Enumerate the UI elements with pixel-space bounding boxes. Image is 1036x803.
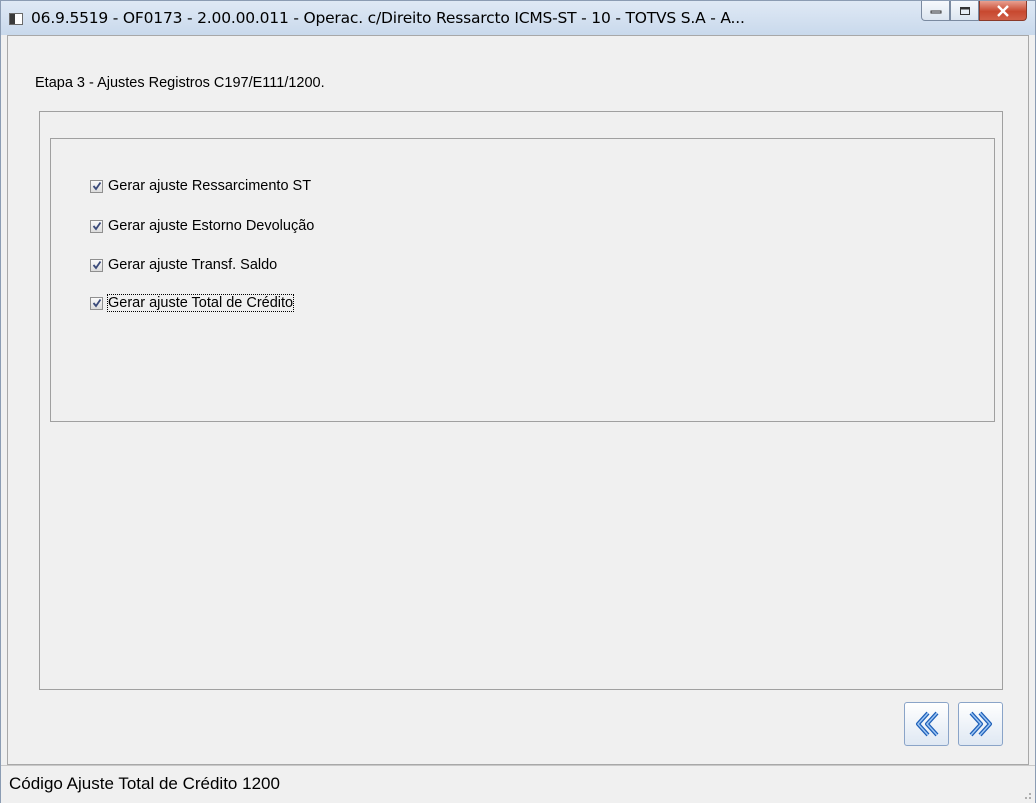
checkbox[interactable] — [90, 179, 103, 193]
next-button[interactable] — [958, 702, 1003, 746]
check-icon — [92, 298, 101, 308]
title-bar[interactable]: 06.9.5519 - OF0173 - 2.00.00.011 - Opera… — [1, 1, 1035, 35]
option-total-credito[interactable]: Gerar ajuste Total de Crédito — [90, 294, 295, 312]
window-title: 06.9.5519 - OF0173 - 2.00.00.011 - Opera… — [31, 9, 745, 27]
checkbox[interactable] — [90, 258, 103, 272]
check-icon — [92, 181, 101, 191]
check-icon — [92, 221, 101, 231]
option-label: Gerar ajuste Estorno Devolução — [108, 218, 315, 234]
back-button[interactable] — [904, 702, 949, 746]
option-estorno-devolucao[interactable]: Gerar ajuste Estorno Devolução — [90, 217, 314, 235]
wizard-window: 06.9.5519 - OF0173 - 2.00.00.011 - Opera… — [0, 0, 1036, 803]
option-ressarcimento-st[interactable]: Gerar ajuste Ressarcimento ST — [90, 177, 311, 195]
close-icon — [997, 4, 1009, 17]
app-window-icon[interactable] — [9, 13, 23, 25]
double-chevron-left-icon — [915, 711, 938, 737]
maximize-icon — [959, 6, 970, 15]
check-icon — [92, 260, 101, 270]
checkbox[interactable] — [90, 219, 103, 233]
option-label: Gerar ajuste Ressarcimento ST — [108, 178, 312, 194]
resize-grip-icon[interactable] — [1022, 790, 1032, 800]
double-chevron-right-icon — [969, 711, 992, 737]
close-button[interactable] — [979, 1, 1027, 21]
status-text: Código Ajuste Total de Crédito 1200 — [9, 774, 280, 793]
step-title: Etapa 3 - Ajustes Registros C197/E111/12… — [35, 75, 325, 91]
maximize-button[interactable] — [950, 1, 979, 21]
option-label: Gerar ajuste Transf. Saldo — [108, 257, 278, 273]
status-bar: Código Ajuste Total de Crédito 1200 — [1, 765, 1035, 803]
minimize-icon — [930, 10, 941, 13]
minimize-button[interactable] — [921, 1, 950, 21]
checkbox[interactable] — [90, 296, 103, 310]
window-controls — [921, 1, 1027, 21]
option-transf-saldo[interactable]: Gerar ajuste Transf. Saldo — [90, 256, 277, 274]
option-label: Gerar ajuste Total de Crédito — [106, 294, 295, 312]
